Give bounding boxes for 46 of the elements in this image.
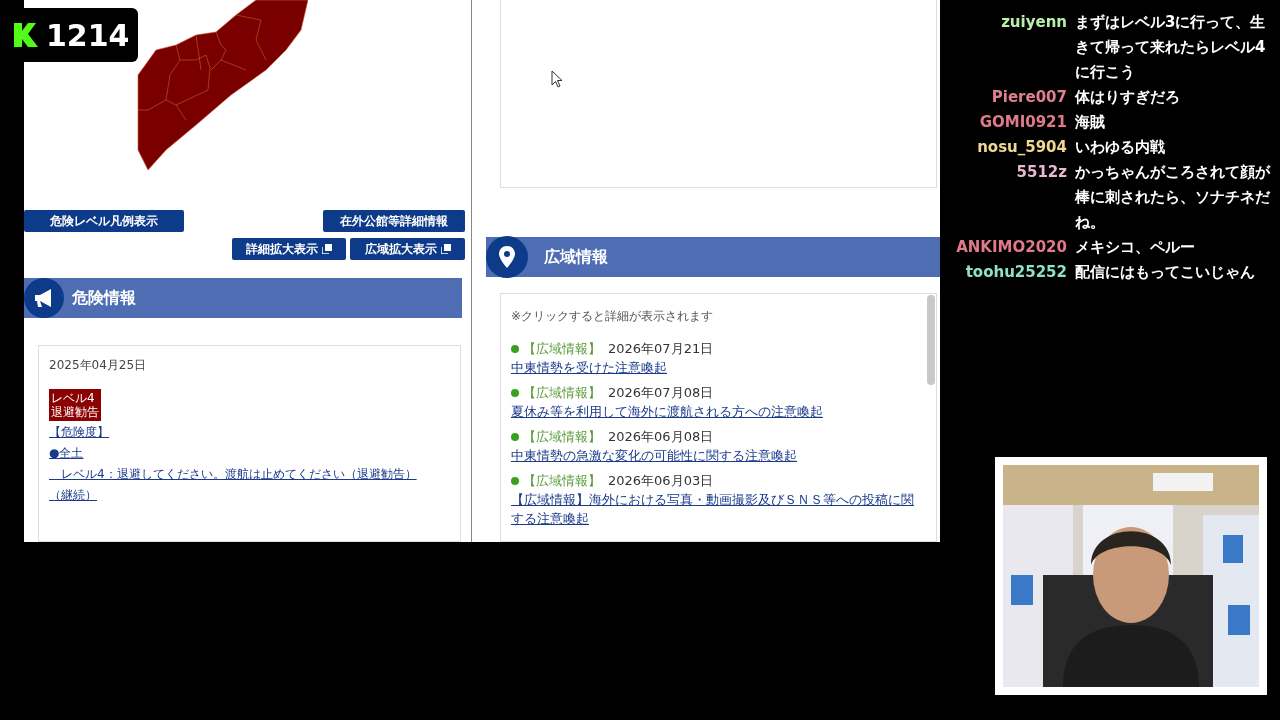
date-text: 2026年06月03日 (608, 472, 714, 490)
cursor-icon (551, 70, 563, 88)
hint-text: ※クリックすると詳細が表示されます (511, 309, 714, 323)
chat-message: まずはレベル3に行って、生きて帰って来れたらレベル4に行こう (1075, 12, 1267, 83)
link[interactable]: レベル4：退避してください。渡航は止めてください（退避勧告） (49, 464, 417, 485)
category-tag: 【広域情報】 (523, 339, 601, 358)
viewer-count: 1214 (46, 16, 130, 55)
chat-username: 5512z (1015, 162, 1067, 183)
chat-username: nosu_5904 (976, 137, 1067, 158)
link[interactable]: 【危険度】 (49, 422, 109, 443)
category-tag: 【広域情報】 (523, 427, 601, 446)
date-text: 2026年07月08日 (608, 384, 714, 402)
chat-username: toohu25252 (964, 262, 1067, 283)
scrollbar-thumb[interactable] (927, 295, 935, 385)
chat-username: zuiyenn (1000, 12, 1067, 33)
notice-link[interactable]: 中東情勢を受けた注意喚起 (511, 358, 667, 377)
map-button[interactable]: 在外公館等詳細情報 (323, 210, 465, 232)
notice-link[interactable]: 夏休み等を利用して海外に渡航される方への注意喚起 (511, 402, 823, 421)
level-badge: レベル4 退避勧告 (49, 389, 101, 421)
date-text: 2025年04月25日 (49, 357, 147, 374)
section-title: 危険情報 (72, 287, 136, 309)
map-button[interactable]: 広域拡大表示 (350, 238, 465, 260)
chat-username: Piere007 (990, 87, 1067, 108)
chat-message: メキシコ、ペルー (1075, 237, 1196, 258)
section-title: 広域情報 (544, 246, 608, 268)
category-tag: 【広域情報】 (523, 471, 601, 490)
window-icon (322, 244, 332, 254)
link[interactable]: ●全土 (49, 443, 84, 464)
map-button[interactable]: 詳細拡大表示 (232, 238, 346, 260)
category-tag: 【広域情報】 (523, 383, 601, 402)
map-button[interactable]: 危険レベル凡例表示 (24, 210, 184, 232)
chat-message: 体はりすぎだろ (1075, 87, 1181, 108)
date-text: 2026年06月08日 (608, 428, 714, 446)
window-icon (440, 244, 451, 254)
chat-message: 配信にはもってこいじゃん (1075, 262, 1256, 283)
chat-username: ANKIMO2020 (955, 237, 1067, 258)
link[interactable]: （継続） (49, 485, 97, 506)
notice-link[interactable]: 中東情勢の急激な変化の可能性に関する注意喚起 (511, 446, 797, 465)
chat-message: いわゆる内戦 (1075, 137, 1166, 158)
location-pin-icon (486, 236, 528, 278)
chat-username: GOMI0921 (978, 112, 1067, 133)
chat-message: 海賊 (1075, 112, 1106, 133)
date-text: 2026年07月21日 (608, 340, 714, 358)
logo-icon (14, 23, 38, 47)
chat-message: かっちゃんがころされて顔が棒に刺されたら、ソナチネだね。 (1075, 162, 1270, 233)
notice-link[interactable]: 【広域情報】海外における写真・動画撮影及びＳＮＳ等への投稿に関する注意喚起 (511, 490, 926, 528)
